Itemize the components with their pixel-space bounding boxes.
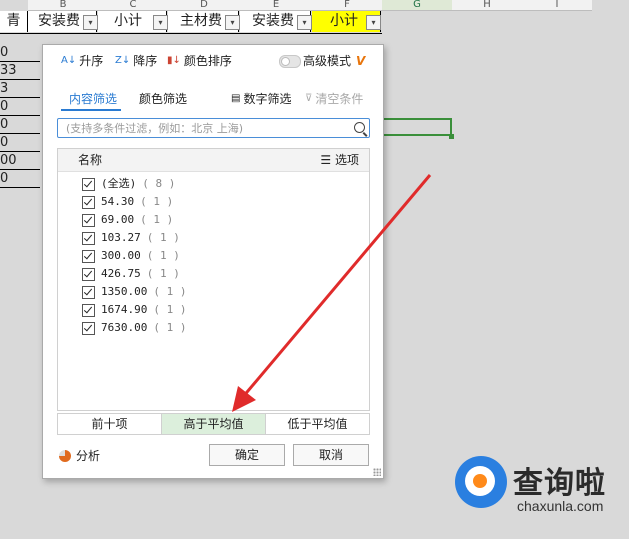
filter-panel: A↓ 升序 Z↓ 降序 ▮↓ 颜色排序 高级模式 V 内容筛选 颜色筛选 ▤ 数…: [42, 44, 384, 479]
watermark-logo: 查询啦 chaxunla.com: [455, 456, 625, 522]
list-item[interactable]: 7630.00 ( 1 ): [82, 319, 186, 337]
checkbox[interactable]: [82, 195, 95, 209]
list-item[interactable]: 69.00 ( 1 ): [82, 211, 173, 229]
list-item[interactable]: 54.30 ( 1 ): [82, 193, 173, 211]
search-icon[interactable]: [354, 122, 365, 133]
watermark-title: 查询啦: [513, 466, 606, 501]
horizontal-scrollbar[interactable]: [60, 531, 629, 539]
pie-chart-icon: [59, 449, 71, 462]
checkbox[interactable]: [82, 267, 95, 281]
sort-descending-icon: Z↓: [115, 55, 131, 66]
below-average-button[interactable]: 低于平均值: [266, 414, 369, 434]
sort-ascending-button[interactable]: A↓ 升序: [61, 51, 103, 71]
selected-cell[interactable]: [382, 118, 452, 136]
list-header: 名称 ☰ 选项: [58, 149, 369, 172]
number-filter-icon: ▤: [231, 93, 241, 104]
active-tab-indicator: [61, 109, 121, 111]
cell-a-row5: 3: [0, 80, 40, 98]
checkbox[interactable]: [82, 303, 95, 317]
analysis-button[interactable]: 分析: [59, 447, 100, 464]
cell-a-row8: 0: [0, 134, 40, 152]
sort-descending-button[interactable]: Z↓ 降序: [115, 51, 157, 71]
checkbox[interactable]: [82, 177, 95, 191]
list-item[interactable]: 300.00 ( 1 ): [82, 247, 180, 265]
ok-button[interactable]: 确定: [209, 444, 285, 466]
cell-a-row3: 0: [0, 44, 40, 62]
column-header-d[interactable]: D: [168, 0, 240, 11]
column-header-i[interactable]: I: [522, 0, 592, 11]
resize-grip-icon[interactable]: [373, 468, 381, 476]
list-options-button[interactable]: ☰ 选项: [320, 149, 359, 171]
filter-value-list: 名称 ☰ 选项 (全选) ( 8 ) 54.30 ( 1 ) 69.00 ( 1…: [57, 148, 370, 411]
column-header-c[interactable]: C: [98, 0, 168, 11]
list-item[interactable]: 103.27 ( 1 ): [82, 229, 180, 247]
quick-filter-tabs: 前十项 高于平均值 低于平均值: [57, 413, 370, 435]
list-item-select-all[interactable]: (全选) ( 8 ): [82, 175, 175, 193]
top-ten-button[interactable]: 前十项: [58, 414, 162, 434]
advanced-mode-toggle[interactable]: [279, 55, 301, 68]
header-cell-a: 青: [0, 11, 28, 32]
checkbox[interactable]: [82, 249, 95, 263]
cancel-button[interactable]: 取消: [293, 444, 369, 466]
filter-dropdown-button-b[interactable]: ▾: [83, 15, 98, 30]
options-icon: ☰: [320, 153, 332, 167]
column-header-h[interactable]: H: [452, 0, 522, 11]
tab-color-filter[interactable]: 颜色筛选: [139, 89, 187, 109]
clear-filter-icon: ⊽: [305, 93, 313, 104]
list-item[interactable]: 1350.00 ( 1 ): [82, 283, 186, 301]
cell-a-row10: 0: [0, 170, 40, 188]
watermark-icon: [455, 456, 507, 508]
checkbox[interactable]: [82, 231, 95, 245]
vip-icon: V: [356, 54, 366, 68]
cell-a-row7: 0: [0, 116, 40, 134]
filter-dropdown-button-f[interactable]: ▾: [366, 15, 381, 30]
list-item[interactable]: 426.75 ( 1 ): [82, 265, 180, 283]
column-header-e[interactable]: E: [240, 0, 312, 11]
color-sort-button[interactable]: ▮↓ 颜色排序: [167, 51, 232, 71]
clear-conditions-button[interactable]: ⊽ 清空条件: [305, 89, 363, 109]
list-item[interactable]: 1674.90 ( 1 ): [82, 301, 186, 319]
cell-a-row9: 00: [0, 152, 40, 170]
cell-a-row4: 33: [0, 62, 40, 80]
filter-search-input[interactable]: (支持多条件过滤，例如：北京 上海): [57, 118, 370, 138]
cell-a-row6: 0: [0, 98, 40, 116]
list-name-header: 名称: [78, 153, 103, 167]
advanced-mode-label: 高级模式 V: [303, 51, 365, 71]
checkbox[interactable]: [82, 213, 95, 227]
column-header-b[interactable]: B: [28, 0, 98, 11]
above-average-button[interactable]: 高于平均值: [162, 414, 266, 434]
sort-ascending-label: 升序: [79, 54, 104, 68]
filter-dropdown-button-d[interactable]: ▾: [225, 15, 240, 30]
search-placeholder: (支持多条件过滤，例如：北京 上海): [66, 122, 244, 135]
sort-ascending-icon: A↓: [61, 55, 77, 66]
sort-descending-label: 降序: [133, 54, 158, 68]
column-header-g[interactable]: G: [382, 0, 452, 11]
color-sort-label: 颜色排序: [183, 54, 232, 68]
checkbox[interactable]: [82, 285, 95, 299]
column-header-f[interactable]: F: [312, 0, 382, 11]
filter-dropdown-button-e[interactable]: ▾: [297, 15, 312, 30]
tab-content-filter[interactable]: 内容筛选: [69, 89, 117, 109]
color-sort-icon: ▮↓: [167, 55, 181, 66]
checkbox[interactable]: [82, 321, 95, 335]
filter-dropdown-button-c[interactable]: ▾: [153, 15, 168, 30]
fill-handle[interactable]: [449, 134, 454, 139]
watermark-url: chaxunla.com: [517, 498, 604, 514]
tab-number-filter[interactable]: ▤ 数字筛选: [231, 89, 291, 109]
